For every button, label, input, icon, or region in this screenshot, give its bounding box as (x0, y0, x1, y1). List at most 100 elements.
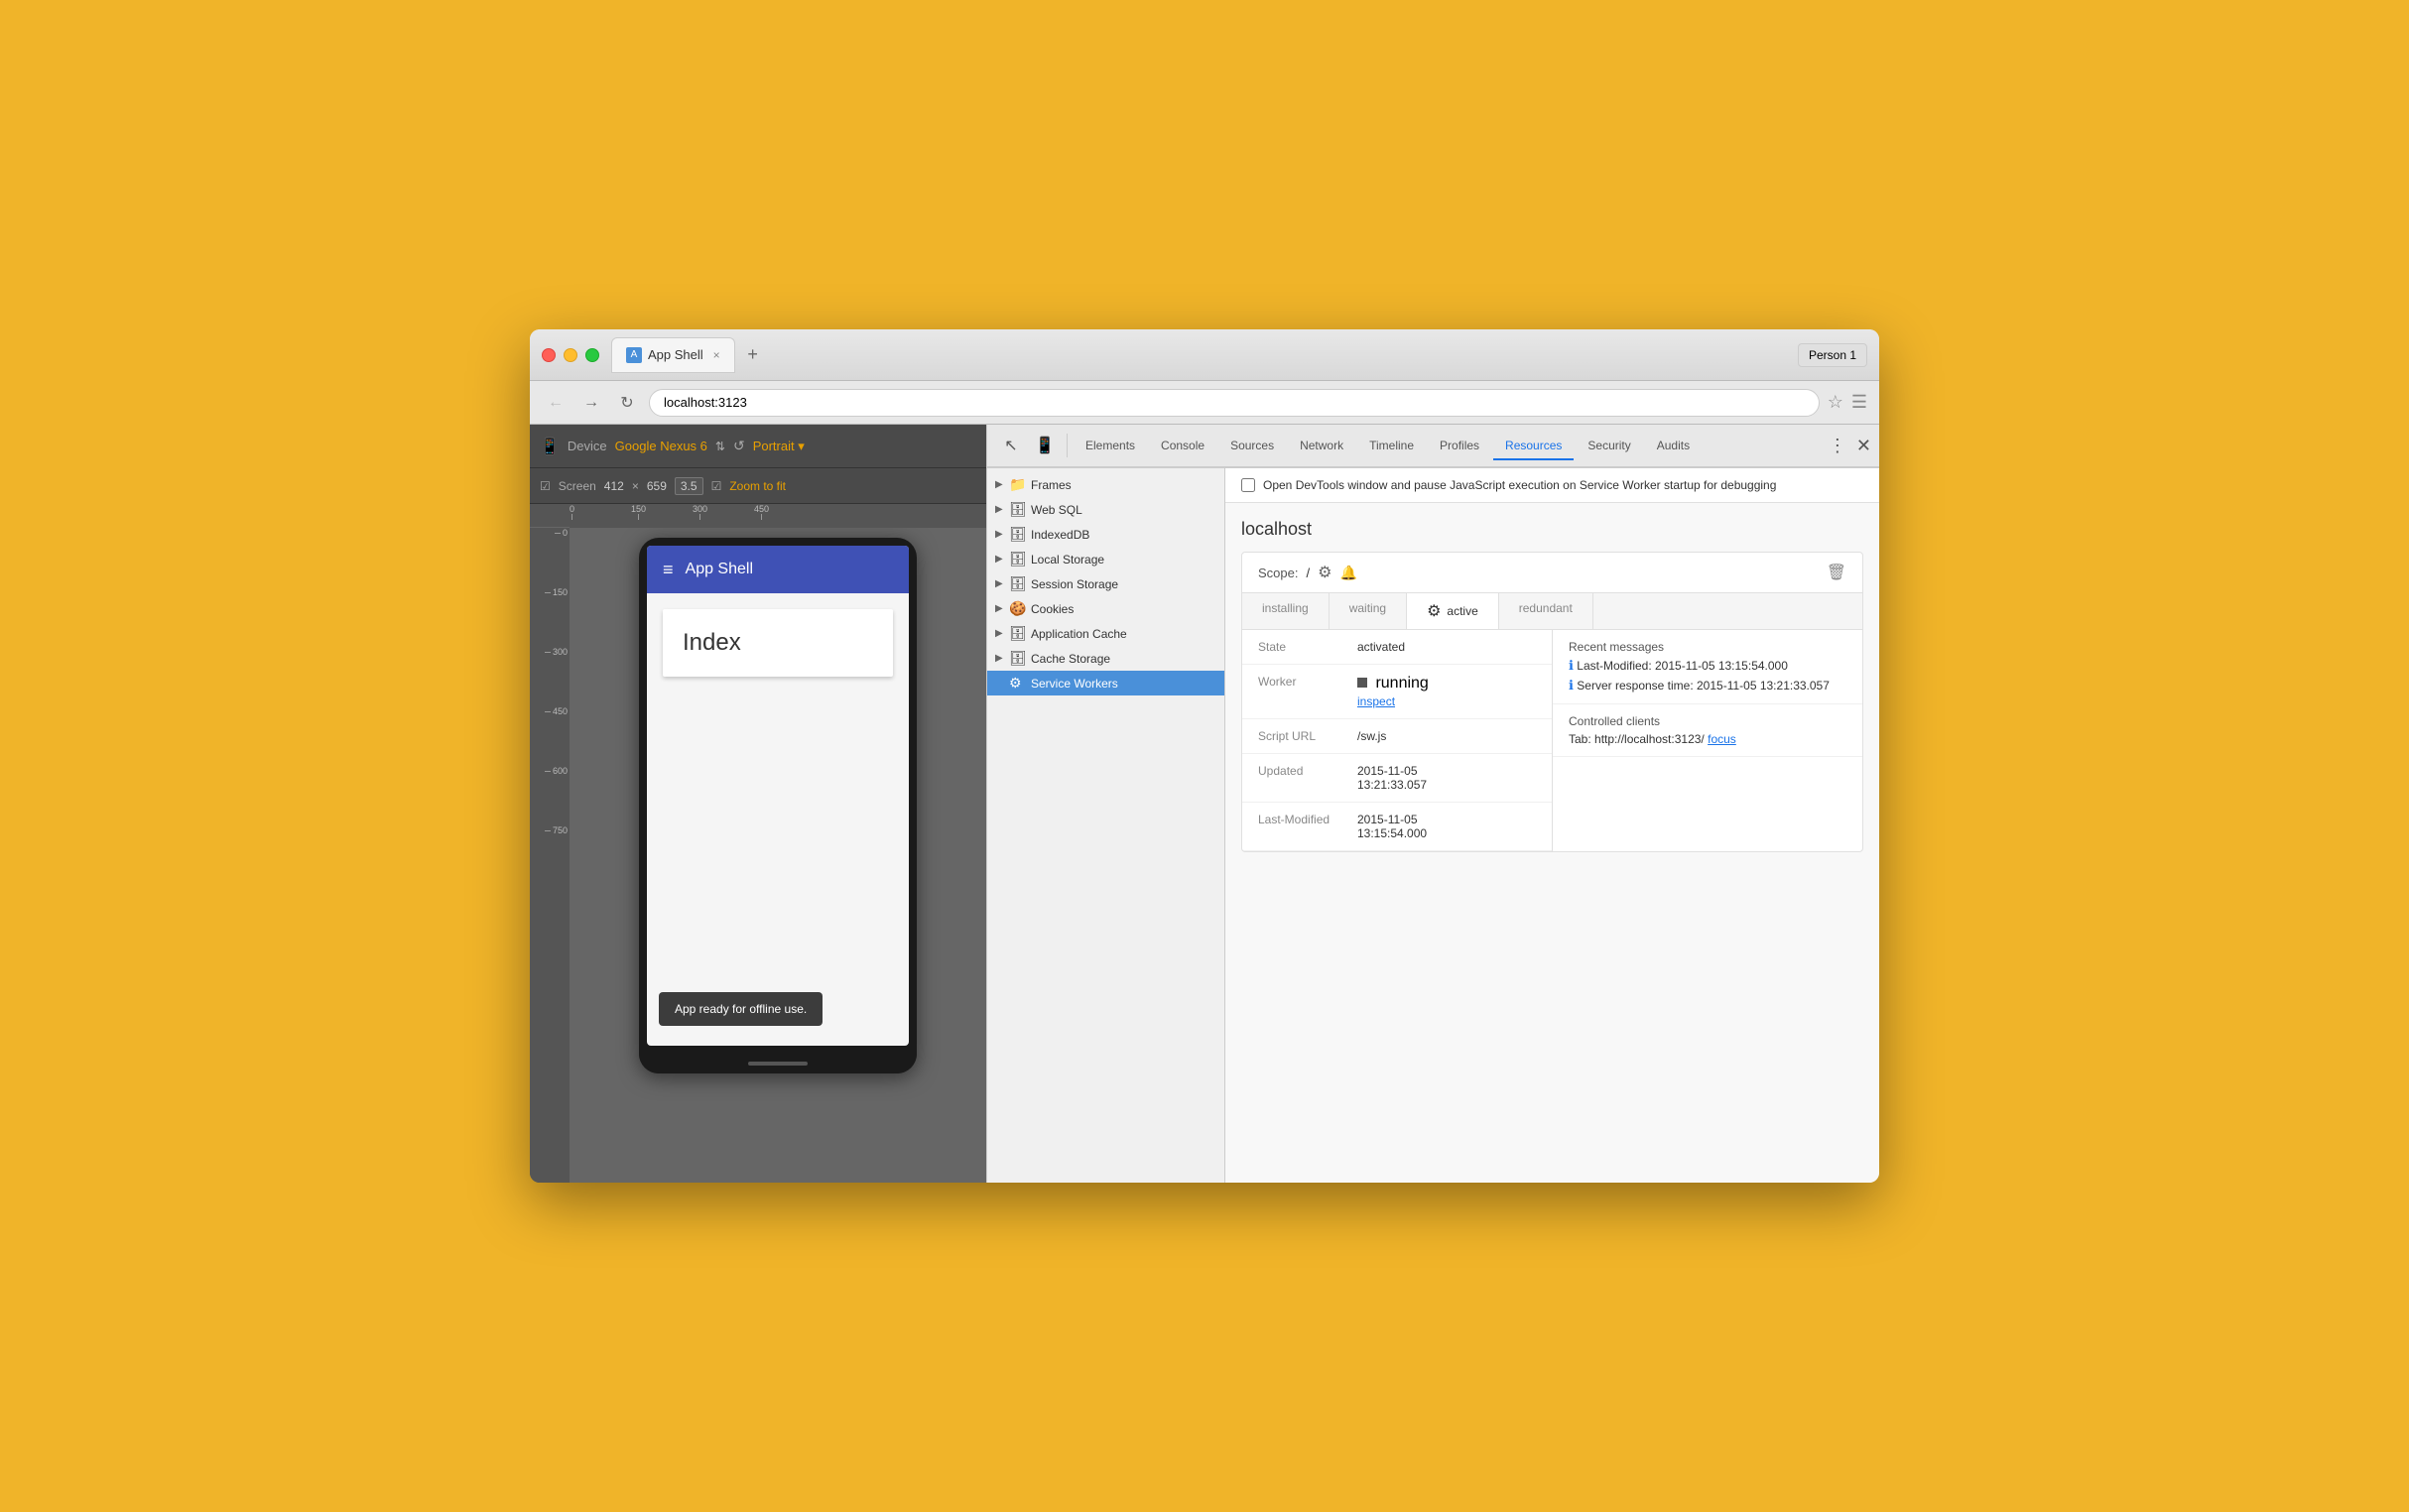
device-name: Google Nexus 6 (615, 439, 707, 453)
tab-separator (1067, 434, 1068, 457)
tree-item-local-storage[interactable]: ▶ 🗄 Local Storage (987, 547, 1224, 571)
tree-item-service-workers[interactable]: ⚙ Service Workers (987, 671, 1224, 695)
tab-close-button[interactable]: × (713, 348, 720, 362)
screen-height: 659 (647, 479, 667, 493)
last-modified-value: 2015-11-0513:15:54.000 (1357, 813, 1427, 840)
cursor-icon[interactable]: ↖ (995, 430, 1027, 461)
address-input[interactable] (649, 389, 1820, 417)
new-tab-button[interactable]: + (739, 341, 767, 369)
tree-item-cache-storage[interactable]: ▶ 🗄 Cache Storage (987, 646, 1224, 671)
indexeddb-icon: 🗄 (1009, 526, 1027, 543)
tree-item-application-cache[interactable]: ▶ 🗄 Application Cache (987, 621, 1224, 646)
sw-message-1: ℹ Last-Modified: 2015-11-05 13:15:54.000 (1569, 658, 1830, 674)
ruler-tick-750: 750 (545, 825, 570, 835)
tab-security[interactable]: Security (1576, 433, 1642, 458)
close-window-button[interactable] (542, 348, 556, 362)
tab-timeline[interactable]: Timeline (1357, 433, 1426, 458)
sw-entry-header: Scope: / ⚙ 🔔 🗑 (1242, 553, 1862, 593)
sw-host-section: localhost Scope: / ⚙ 🔔 🗑 (1225, 503, 1879, 868)
maximize-window-button[interactable] (585, 348, 599, 362)
forward-button[interactable]: → (577, 389, 605, 417)
tree-arrow-icon: ▶ (995, 554, 1005, 565)
refresh-icon[interactable]: ↺ (733, 438, 745, 454)
tab-profiles[interactable]: Profiles (1428, 433, 1491, 458)
tree-item-session-storage[interactable]: ▶ 🗄 Session Storage (987, 571, 1224, 596)
tree-item-indexeddb[interactable]: ▶ 🗄 IndexedDB (987, 522, 1224, 547)
tab-audits[interactable]: Audits (1645, 433, 1702, 458)
phone-bottom-bar (639, 1054, 917, 1073)
sw-message-2: ℹ Server response time: 2015-11-05 13:21… (1569, 678, 1830, 693)
cache-storage-icon: 🗄 (1009, 650, 1027, 667)
sw-entry: Scope: / ⚙ 🔔 🗑 installing (1241, 552, 1863, 852)
tree-item-frames[interactable]: ▶ 📁 Frames (987, 472, 1224, 497)
redundant-label: redundant (1519, 601, 1573, 615)
cache-storage-label: Cache Storage (1031, 652, 1110, 666)
resource-tree: ▶ 📁 Frames ▶ 🗄 Web SQL ▶ 🗄 IndexedDB (987, 468, 1225, 1183)
app-header: ≡ App Shell (647, 546, 909, 593)
ruler-tick-600: 600 (545, 766, 570, 776)
devtools-body: ▶ 📁 Frames ▶ 🗄 Web SQL ▶ 🗄 IndexedDB (987, 468, 1879, 1183)
sw-messages-area: Recent messages ℹ Last-Modified: 2015-11… (1569, 640, 1830, 693)
active-gear-icon: ⚙ (1427, 601, 1441, 621)
sw-delete-button[interactable]: 🗑 (1827, 563, 1846, 582)
sw-bell-icon[interactable]: 🔔 (1339, 565, 1356, 581)
application-cache-label: Application Cache (1031, 627, 1127, 641)
tree-arrow-icon: ▶ (995, 653, 1005, 664)
session-storage-icon: 🗄 (1009, 575, 1027, 592)
tree-item-web-sql[interactable]: ▶ 🗄 Web SQL (987, 497, 1224, 522)
state-value: activated (1357, 640, 1405, 654)
worker-running: running (1357, 675, 1429, 693)
message-2-text: Server response time: 2015-11-05 13:21:3… (1577, 679, 1830, 693)
tree-item-cookies[interactable]: ▶ 🍪 Cookies (987, 596, 1224, 621)
script-url-key: Script URL (1258, 729, 1357, 743)
tab-resources[interactable]: Resources (1493, 433, 1574, 460)
sw-settings-icon[interactable]: ⚙ (1318, 563, 1331, 582)
tree-arrow-icon: ▶ (995, 504, 1005, 515)
devtools-close-button[interactable]: ✕ (1856, 436, 1871, 456)
sw-details-grid: State activated Worker (1242, 630, 1862, 851)
portrait-button[interactable]: Portrait ▾ (753, 439, 805, 454)
ruler-h-tick-0: 0 (570, 504, 574, 520)
ruler-tick-300: 300 (545, 647, 570, 657)
tab-console[interactable]: Console (1149, 433, 1216, 458)
info-icon-1: ℹ (1569, 658, 1574, 673)
ruler-h-tick-450: 450 (754, 504, 769, 520)
tree-arrow-icon: ▶ (995, 628, 1005, 639)
more-tabs-button[interactable]: ⋮ (1829, 436, 1846, 456)
bookmark-button[interactable]: ☆ (1828, 392, 1843, 413)
hamburger-menu-icon: ≡ (663, 560, 674, 580)
reload-button[interactable]: ↻ (613, 389, 641, 417)
menu-button[interactable]: ☰ (1851, 392, 1867, 413)
ruler-tick-150: 150 (545, 587, 570, 597)
back-button[interactable]: ← (542, 389, 570, 417)
frames-icon: 📁 (1009, 476, 1027, 493)
device-toggle-icon[interactable]: 📱 (1029, 430, 1061, 461)
local-storage-icon: 🗄 (1009, 551, 1027, 567)
frames-label: Frames (1031, 478, 1072, 492)
sw-status-redundant[interactable]: redundant (1499, 593, 1593, 629)
sw-notice-bar: Open DevTools window and pause JavaScrip… (1225, 468, 1879, 503)
tab-network[interactable]: Network (1288, 433, 1355, 458)
minimize-window-button[interactable] (564, 348, 577, 362)
sw-status-active[interactable]: ⚙ active (1407, 593, 1499, 629)
browser-tab-app-shell[interactable]: A App Shell × (611, 337, 735, 373)
zoom-fit-check-icon: ☑ (711, 479, 722, 493)
phone-screen: ≡ App Shell Index App ready for offline … (647, 546, 909, 1046)
tab-elements[interactable]: Elements (1074, 433, 1147, 458)
sw-debug-checkbox[interactable] (1241, 478, 1255, 492)
service-worker-panel: Open DevTools window and pause JavaScrip… (1225, 468, 1879, 1183)
sw-status-installing[interactable]: installing (1242, 593, 1330, 629)
sw-script-url-row: Script URL /sw.js (1242, 719, 1552, 754)
cookies-label: Cookies (1031, 602, 1074, 616)
offline-toast: App ready for offline use. (659, 992, 823, 1026)
person-button[interactable]: Person 1 (1798, 343, 1867, 367)
tab-sources[interactable]: Sources (1218, 433, 1286, 458)
phone-frame: ≡ App Shell Index App ready for offline … (639, 538, 917, 1073)
sw-status-waiting[interactable]: waiting (1330, 593, 1407, 629)
ruler-tick-450: 450 (545, 706, 570, 716)
sw-worker-row: Worker running inspect (1242, 665, 1552, 719)
device-toolbar: 📱 Device Google Nexus 6 ⇅ ↺ Portrait ▾ ☑… (530, 425, 986, 1183)
worker-inspect-link[interactable]: inspect (1357, 694, 1429, 708)
screen-label: Screen (559, 479, 596, 493)
focus-link[interactable]: focus (1708, 732, 1736, 746)
